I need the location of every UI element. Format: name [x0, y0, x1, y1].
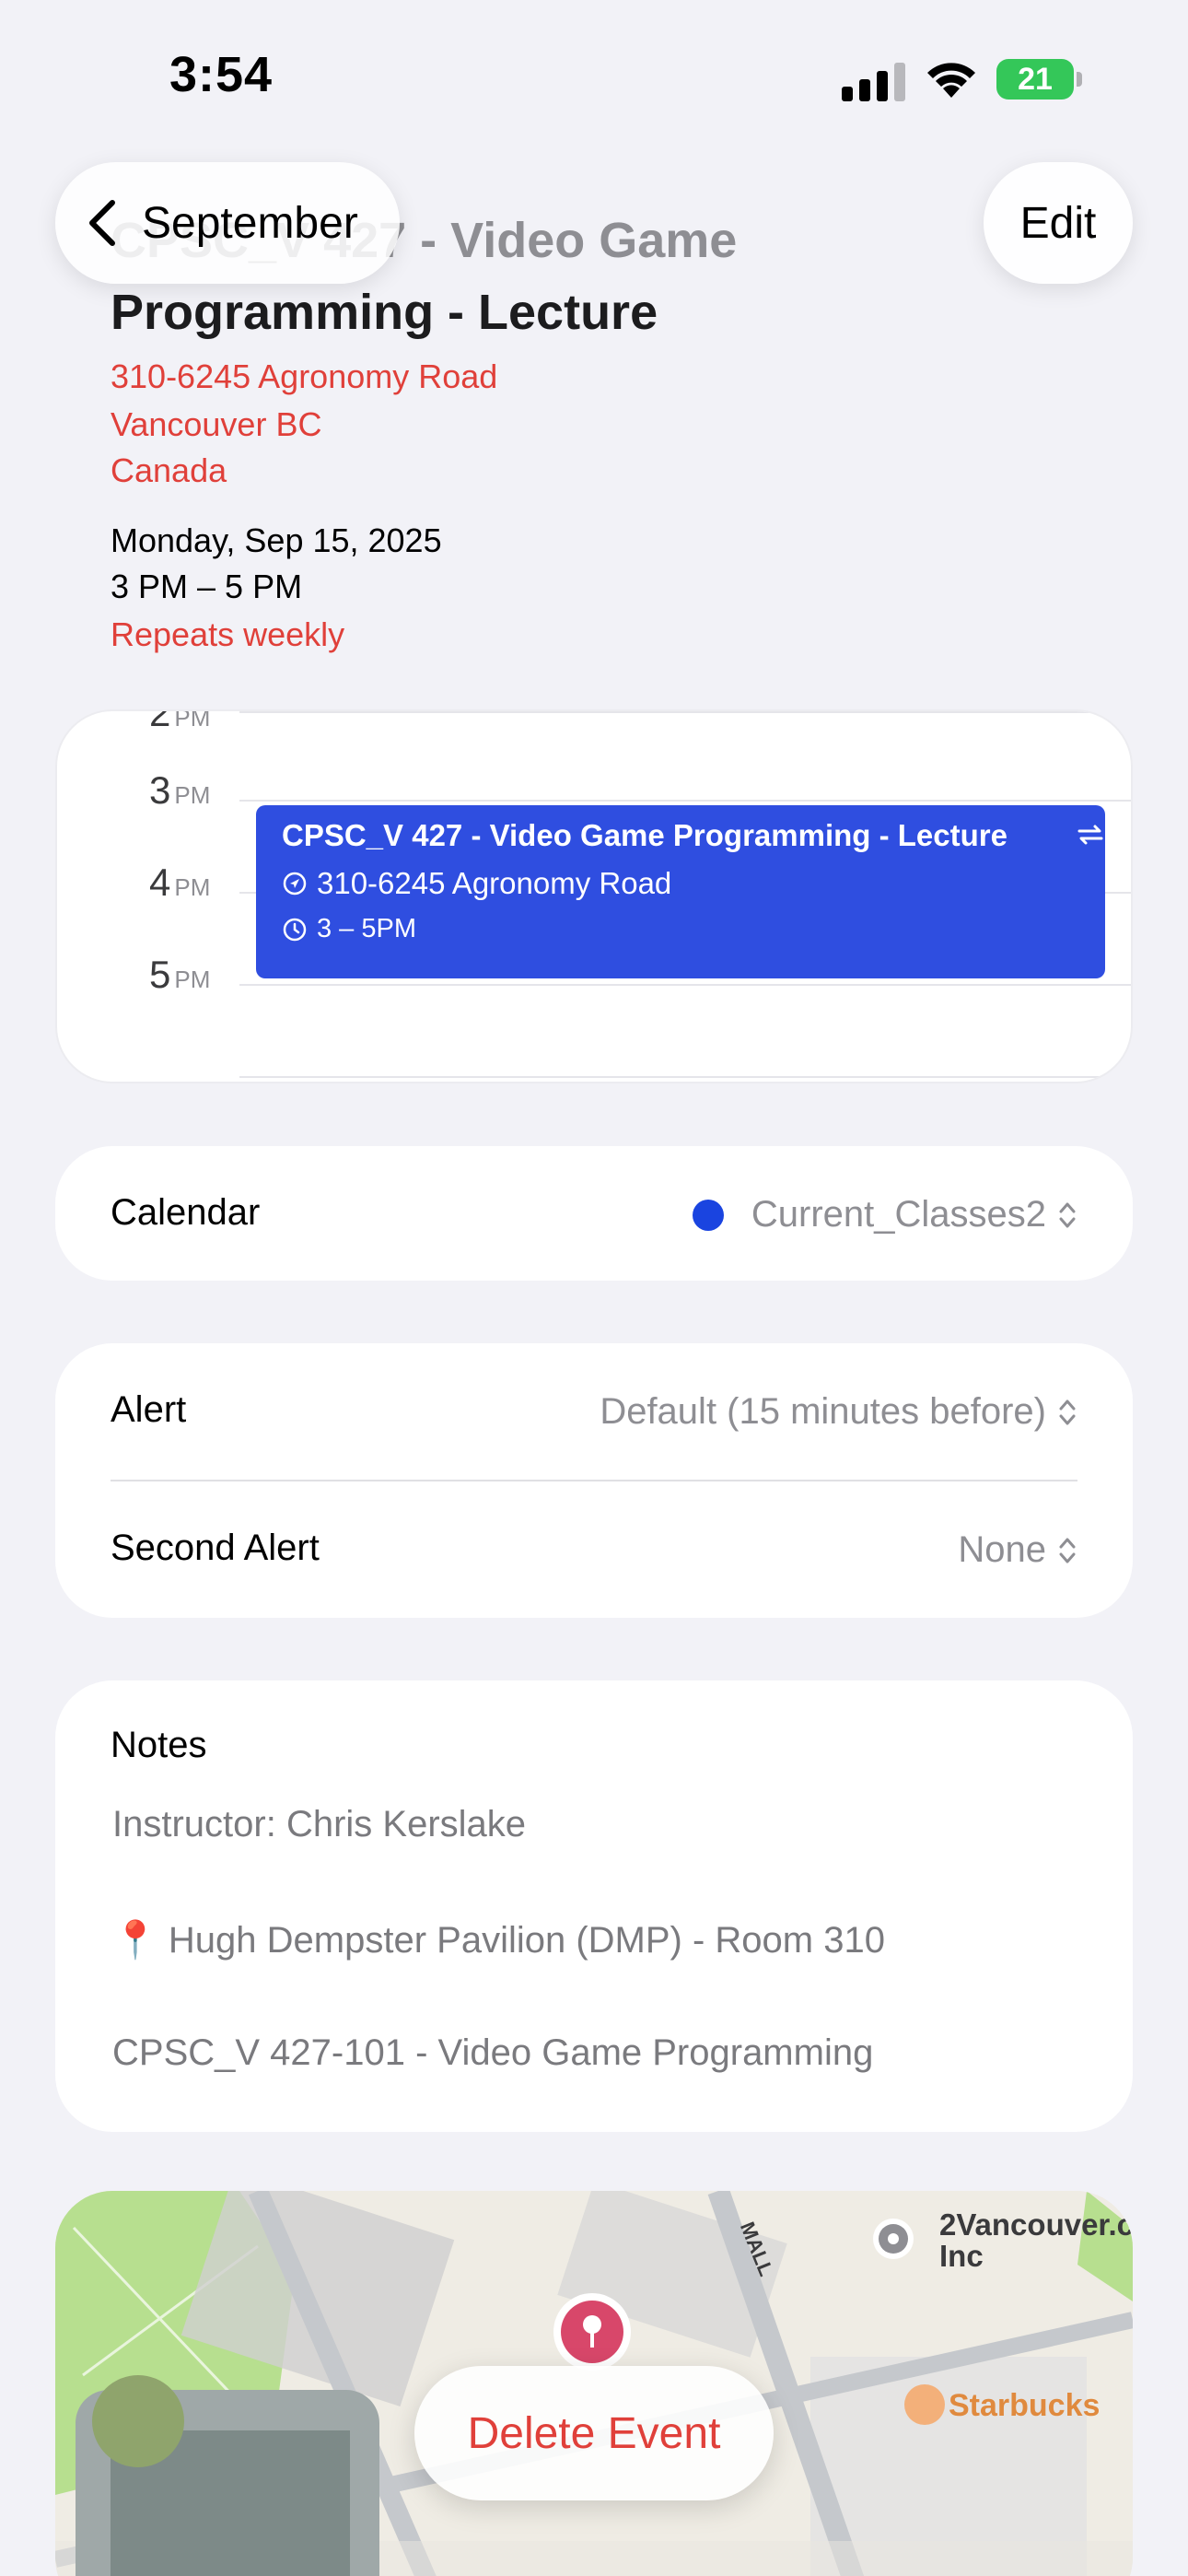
divider [111, 1480, 1077, 1481]
cellular-signal-icon [842, 63, 905, 101]
event-date: Monday, Sep 15, 2025 [111, 521, 442, 559]
event-block-title: CPSC_V 427 - Video Game Programming - Le… [282, 818, 1007, 852]
event-block-time: 3 – 5PM [317, 914, 416, 943]
event-repeat: Repeats weekly [111, 615, 345, 653]
battery-level: 21 [1018, 61, 1053, 97]
clock-icon [283, 918, 307, 941]
calendar-value: Current_Classes2 [751, 1194, 1046, 1235]
event-address-line3[interactable]: Canada [111, 451, 227, 490]
calendar-color-dot [692, 1199, 724, 1231]
calendar-row[interactable]: Calendar Current_Classes2 [55, 1146, 1133, 1281]
hour-label: 2 PM [149, 709, 211, 734]
location-icon [283, 872, 307, 896]
hour-label: 4 PM [149, 861, 211, 904]
event-block[interactable]: CPSC_V 427 - Video Game Programming - Le… [256, 805, 1105, 978]
second-alert-picker[interactable]: None [958, 1529, 1077, 1571]
wifi-icon [927, 63, 975, 98]
chevron-left-icon [89, 200, 115, 246]
hour-label: 3 PM [149, 768, 211, 812]
chevron-updown-icon [1059, 1538, 1076, 1563]
note-line: 📍 Hugh Dempster Pavilion (DMP) - Room 31… [112, 1920, 885, 1961]
alerts-card: Alert Default (15 minutes before) Second… [55, 1343, 1133, 1618]
status-time: 3:54 [169, 47, 274, 102]
map-poi-starbucks: Starbucks [949, 2388, 1101, 2423]
second-alert-value: None [958, 1529, 1046, 1570]
map-poi-label: 2Vancouver.c Inc [939, 2207, 1133, 2273]
battery-icon: 21 [996, 59, 1083, 100]
day-view-card[interactable]: 2 PM 3 PM 4 PM 5 PM CPSC_V 427 - Video Game … [55, 709, 1133, 1083]
event-block-location: 310-6245 Agronomy Road [317, 866, 672, 900]
event-address-line2[interactable]: Vancouver BC [111, 405, 321, 444]
status-bar: 3:54 21 [0, 0, 1188, 157]
event-time-range: 3 PM – 5 PM [111, 568, 303, 605]
back-button-label: September [142, 198, 358, 248]
note-line: CPSC_V 427-101 - Video Game Programming [112, 2032, 874, 2073]
chevron-updown-icon [1059, 1202, 1076, 1227]
event-address-line1[interactable]: 310-6245 Agronomy Road [111, 357, 497, 396]
alert-picker[interactable]: Default (15 minutes before) [600, 1391, 1077, 1433]
delete-event-button[interactable]: Delete Event [414, 2366, 774, 2500]
hour-label: 5 PM [149, 953, 211, 996]
repeat-icon [1077, 825, 1103, 845]
back-button[interactable]: September [55, 162, 400, 284]
event-title-line2: Programming - Lecture [111, 285, 658, 340]
notes-card[interactable]: Notes Instructor: Chris Kerslake 📍 Hugh … [55, 1680, 1133, 2132]
second-alert-label: Second Alert [111, 1528, 320, 1568]
edit-button[interactable]: Edit [984, 162, 1133, 284]
calendar-label: Calendar [111, 1192, 261, 1233]
notes-title: Notes [111, 1725, 207, 1765]
alert-value: Default (15 minutes before) [600, 1391, 1046, 1432]
alert-label: Alert [111, 1389, 187, 1430]
note-line: Instructor: Chris Kerslake [112, 1804, 527, 1844]
calendar-picker[interactable]: Current_Classes2 [692, 1194, 1077, 1235]
chevron-updown-icon [1059, 1399, 1076, 1424]
